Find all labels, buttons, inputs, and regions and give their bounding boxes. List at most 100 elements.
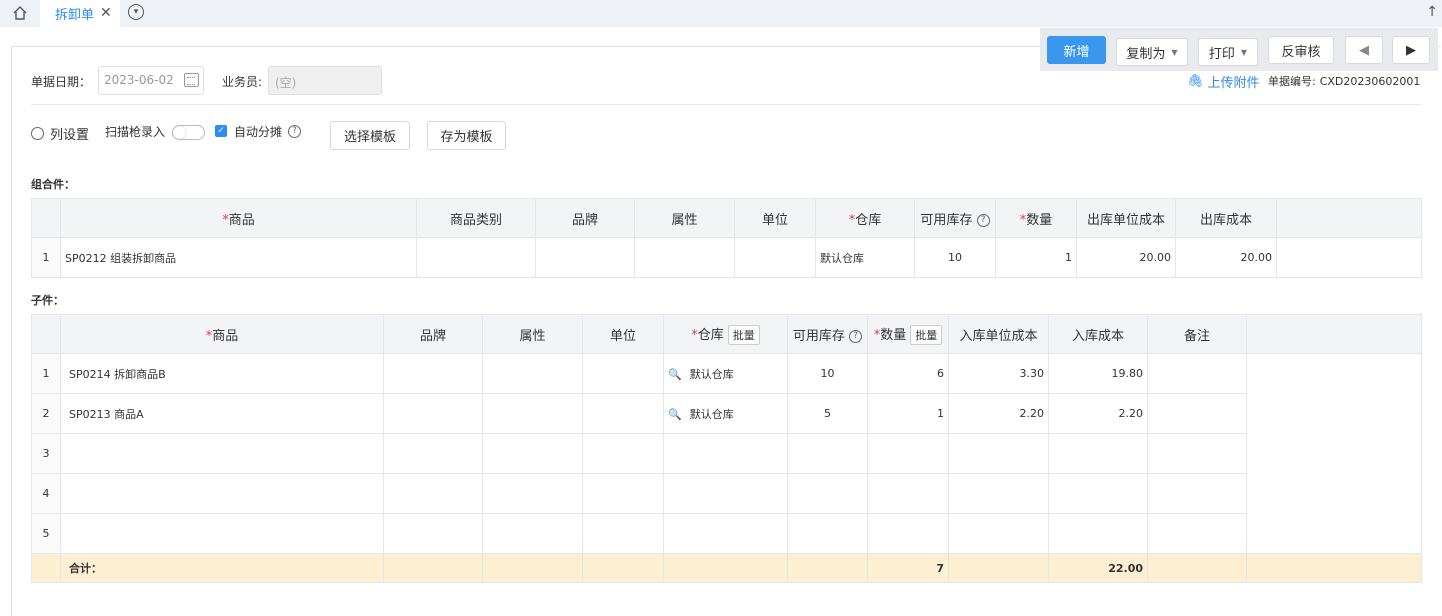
- col-out-unit-cost[interactable]: 出库单位成本: [1076, 198, 1176, 238]
- cell-unit-cost[interactable]: [948, 513, 1049, 554]
- cell-product[interactable]: [60, 473, 384, 514]
- cell-qty[interactable]: 6: [867, 353, 949, 394]
- cell-qty[interactable]: [867, 433, 949, 474]
- cell-brand[interactable]: [535, 237, 635, 278]
- cell-warehouse[interactable]: 默认仓库: [815, 237, 915, 278]
- cell-cost[interactable]: [1048, 473, 1148, 514]
- auto-alloc-checkbox[interactable]: ✓: [215, 125, 227, 137]
- cell-attr[interactable]: [482, 393, 583, 434]
- cell-unit[interactable]: [582, 393, 664, 434]
- col-product[interactable]: *商品: [60, 314, 384, 354]
- cell-unit[interactable]: [582, 353, 664, 394]
- cell-warehouse[interactable]: [663, 433, 788, 474]
- col-stock[interactable]: 可用库存 ?: [914, 198, 996, 238]
- col-brand[interactable]: 品牌: [535, 198, 635, 238]
- cell-qty[interactable]: [867, 513, 949, 554]
- cell-product[interactable]: SP0213 商品A: [60, 393, 384, 434]
- col-in-cost[interactable]: 入库成本: [1048, 314, 1148, 354]
- search-icon[interactable]: 🔍: [668, 408, 682, 421]
- cell-remark[interactable]: [1147, 393, 1247, 434]
- arrow-up-icon[interactable]: ↑: [1426, 4, 1438, 20]
- table-row[interactable]: 2 SP0213 商品A 🔍 默认仓库 5 1 2.20 2.20: [31, 393, 1422, 434]
- cell-unit-cost[interactable]: [948, 473, 1049, 514]
- table-row[interactable]: 4: [31, 473, 1422, 514]
- cell-attr[interactable]: [482, 353, 583, 394]
- col-product[interactable]: *商品: [60, 198, 417, 238]
- chevron-down-icon[interactable]: ▾: [128, 4, 144, 20]
- cell-unit[interactable]: [582, 433, 664, 474]
- cell-brand[interactable]: [383, 393, 483, 434]
- col-qty[interactable]: *数量: [995, 198, 1077, 238]
- help-icon[interactable]: ?: [849, 329, 863, 343]
- table-row[interactable]: 3: [31, 433, 1422, 474]
- scan-toggle[interactable]: [172, 125, 205, 140]
- cell-warehouse[interactable]: [663, 513, 788, 554]
- cell-unit-cost[interactable]: [948, 433, 1049, 474]
- cell-warehouse[interactable]: 🔍 默认仓库: [663, 393, 788, 434]
- cell-remark[interactable]: [1147, 353, 1247, 394]
- cell-unit[interactable]: [582, 473, 664, 514]
- cell-brand[interactable]: [383, 353, 483, 394]
- date-field[interactable]: 2023-06-02: [98, 66, 204, 95]
- table-row[interactable]: 1 SP0214 拆卸商品B 🔍 默认仓库 10 6 3.30 19.80: [31, 353, 1422, 554]
- prev-button[interactable]: ◀: [1345, 36, 1383, 64]
- col-unit[interactable]: 单位: [734, 198, 816, 238]
- cell-category[interactable]: [416, 237, 536, 278]
- add-button[interactable]: 新增: [1047, 36, 1106, 64]
- col-out-cost[interactable]: 出库成本: [1175, 198, 1277, 238]
- col-qty[interactable]: *数量 批量: [867, 314, 949, 354]
- cell-unit-cost[interactable]: 2.20: [948, 393, 1049, 434]
- cell-product[interactable]: [60, 513, 384, 554]
- cell-unit-cost[interactable]: 3.30: [948, 353, 1049, 394]
- cell-qty[interactable]: 1: [995, 237, 1077, 278]
- col-attr[interactable]: 属性: [634, 198, 735, 238]
- cell-attr[interactable]: [482, 433, 583, 474]
- cell-brand[interactable]: [383, 513, 483, 554]
- col-brand[interactable]: 品牌: [383, 314, 483, 354]
- cell-product[interactable]: SP0212 组装拆卸商品: [60, 237, 417, 278]
- cell-brand[interactable]: [383, 433, 483, 474]
- cell-qty[interactable]: 1: [867, 393, 949, 434]
- col-in-unit-cost[interactable]: 入库单位成本: [948, 314, 1049, 354]
- copy-as-button[interactable]: 复制为 ▼: [1116, 38, 1188, 66]
- col-warehouse[interactable]: *仓库 批量: [663, 314, 788, 354]
- cell-attr[interactable]: [634, 237, 735, 278]
- salesperson-field[interactable]: (空): [268, 66, 382, 95]
- cell-cost[interactable]: 19.80: [1048, 353, 1148, 394]
- cell-remark[interactable]: [1147, 473, 1247, 514]
- search-icon[interactable]: 🔍: [668, 368, 682, 381]
- cell-product[interactable]: [60, 433, 384, 474]
- cell-cost[interactable]: 20.00: [1175, 237, 1277, 278]
- close-icon[interactable]: ✕: [100, 5, 112, 21]
- col-warehouse[interactable]: *仓库: [815, 198, 915, 238]
- col-attr[interactable]: 属性: [482, 314, 583, 354]
- column-settings-button[interactable]: 列设置: [31, 118, 89, 148]
- col-category[interactable]: 商品类别: [416, 198, 536, 238]
- help-icon[interactable]: ?: [288, 124, 302, 138]
- cell-remark[interactable]: [1147, 433, 1247, 474]
- choose-template-button[interactable]: 选择模板: [330, 121, 410, 150]
- cell-cost[interactable]: [1048, 513, 1148, 554]
- batch-qty-button[interactable]: 批量: [910, 324, 943, 345]
- calendar-icon[interactable]: [184, 73, 199, 87]
- cell-unit-cost[interactable]: 20.00: [1076, 237, 1176, 278]
- cell-qty[interactable]: [867, 473, 949, 514]
- upload-attachment-link[interactable]: 🖇 上传附件: [1187, 66, 1260, 96]
- cell-cost[interactable]: 2.20: [1048, 393, 1148, 434]
- cell-unit[interactable]: [734, 237, 816, 278]
- table-row[interactable]: 1 SP0212 组装拆卸商品 默认仓库 10 1 20.00 20.00: [31, 237, 1422, 278]
- cell-cost[interactable]: [1048, 433, 1148, 474]
- unaudit-button[interactable]: 反审核: [1268, 36, 1334, 64]
- cell-remark[interactable]: [1147, 513, 1247, 554]
- cell-warehouse[interactable]: 🔍 默认仓库: [663, 353, 788, 394]
- help-icon[interactable]: ?: [976, 213, 990, 227]
- next-button[interactable]: ▶: [1392, 36, 1430, 64]
- cell-attr[interactable]: [482, 513, 583, 554]
- print-button[interactable]: 打印 ▼: [1198, 38, 1258, 66]
- home-icon[interactable]: [12, 5, 28, 21]
- cell-warehouse[interactable]: [663, 473, 788, 514]
- cell-brand[interactable]: [383, 473, 483, 514]
- cell-unit[interactable]: [582, 513, 664, 554]
- cell-attr[interactable]: [482, 473, 583, 514]
- table-row[interactable]: 5: [31, 513, 1422, 554]
